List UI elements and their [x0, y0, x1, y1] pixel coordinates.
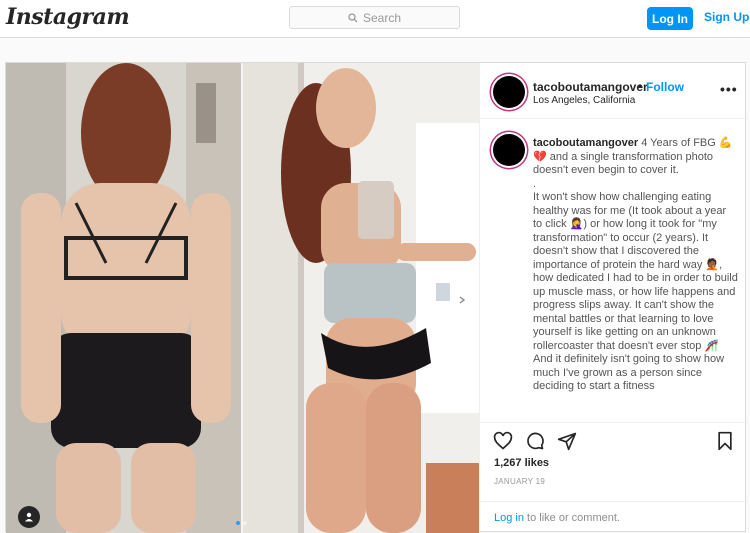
next-slide-button[interactable] [453, 291, 471, 309]
post-card: tacoboutamangover • Follow Los Angeles, … [5, 62, 748, 533]
post-side-panel: tacoboutamangover • Follow Los Angeles, … [479, 63, 748, 533]
carousel-indicator [236, 521, 247, 525]
more-options-button[interactable]: ••• [720, 81, 738, 97]
avatar[interactable] [493, 76, 525, 108]
heart-icon[interactable] [493, 431, 513, 451]
carousel-dot-active [236, 521, 240, 525]
caption-username[interactable]: tacoboutamangover [533, 137, 638, 149]
carousel-dot [243, 521, 247, 525]
top-navigation-bar: Instagram Search Log In Sign Up [0, 0, 750, 38]
post-image[interactable] [6, 63, 479, 533]
login-button[interactable]: Log In [647, 7, 693, 30]
chevron-right-icon [459, 296, 466, 304]
bookmark-icon[interactable] [716, 431, 734, 451]
likes-count[interactable]: 1,267 likes [494, 457, 549, 469]
username-link[interactable]: tacoboutamangover [533, 80, 648, 94]
actions-section: 1,267 likes JANUARY 19 Log in to like or… [480, 422, 748, 532]
search-icon [348, 12, 358, 22]
post-header: tacoboutamangover • Follow Los Angeles, … [480, 63, 748, 119]
separator-dot: • [638, 79, 643, 93]
caption-text: tacoboutamangover 4 Years of FBG 💪💔 and … [533, 137, 738, 394]
location-link[interactable]: Los Angeles, California [533, 95, 635, 106]
login-prompt: Log in to like or comment. [480, 501, 748, 533]
search-placeholder: Search [362, 10, 402, 25]
login-prompt-text: to like or comment. [523, 512, 620, 524]
user-icon [25, 512, 33, 522]
follow-button[interactable]: Follow [646, 80, 684, 94]
comment-icon[interactable] [525, 431, 545, 451]
caption-section: tacoboutamangover 4 Years of FBG 💪💔 and … [480, 119, 748, 422]
tagged-user-button[interactable] [18, 506, 40, 528]
caption-line-2: . [533, 177, 537, 190]
caption-avatar[interactable] [493, 134, 525, 166]
search-input[interactable]: Search [289, 6, 460, 29]
post-date: JANUARY 19 [494, 477, 546, 486]
instagram-logo[interactable]: Instagram [6, 4, 130, 30]
transformation-photo [6, 63, 479, 533]
login-prompt-link[interactable]: Log in [494, 512, 524, 524]
caption-line-3: It won't show how challenging eating hea… [533, 191, 738, 392]
share-icon[interactable] [557, 431, 577, 451]
signup-link[interactable]: Sign Up [704, 10, 749, 24]
